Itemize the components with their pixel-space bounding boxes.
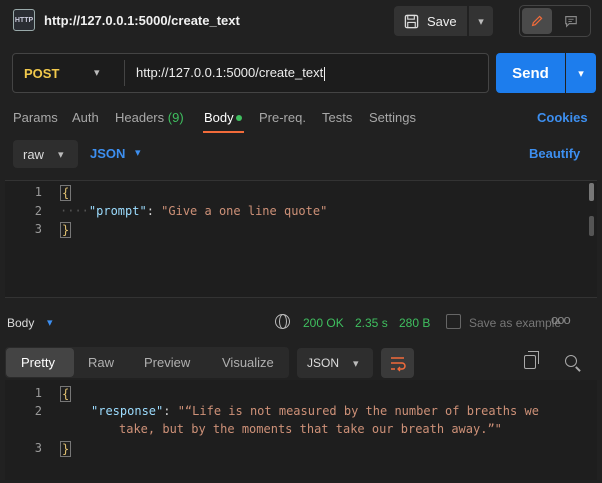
json-key: "response" — [91, 404, 164, 418]
request-title[interactable]: http://127.0.0.1:5000/create_text — [44, 13, 240, 28]
tab-tests[interactable]: Tests — [322, 110, 352, 125]
tab-headers[interactable]: Headers (9) — [115, 110, 184, 125]
editor-scrollbar[interactable] — [589, 183, 594, 201]
response-line-1: { — [60, 386, 72, 402]
request-body-editor[interactable] — [5, 180, 597, 298]
response-time: 2.35 s — [355, 316, 388, 330]
tab-raw[interactable]: Raw — [88, 355, 114, 370]
json-key: "prompt" — [88, 204, 147, 218]
status-code: 200 OK — [303, 316, 344, 330]
response-line-2-wrap: take, but by the moments that take our b… — [119, 422, 502, 436]
url-text: http://127.0.0.1:5000/create_text — [136, 65, 324, 80]
open-brace: { — [60, 185, 72, 201]
open-brace: { — [60, 386, 72, 402]
line-number: 3 — [34, 441, 42, 455]
http-icon: HTTP — [13, 9, 35, 31]
body-language-select[interactable]: JSON — [90, 146, 125, 161]
chevron-down-icon[interactable]: ▾ — [47, 316, 53, 329]
tab-visualize[interactable]: Visualize — [222, 355, 274, 370]
json-colon: : — [163, 404, 178, 418]
chevron-down-icon: ▾ — [353, 357, 359, 370]
method-select[interactable]: POST — [24, 66, 59, 81]
tab-params[interactable]: Params — [13, 110, 58, 125]
tab-prereq[interactable]: Pre-req. — [259, 110, 306, 125]
search-icon[interactable] — [565, 355, 577, 367]
tab-body[interactable]: Body — [204, 110, 234, 125]
json-value: "Give a one line quote" — [161, 204, 328, 218]
body-indicator-dot — [236, 115, 242, 121]
line-number: 3 — [34, 222, 42, 236]
code-line-1: { — [60, 185, 72, 201]
json-value-line2: take, but by the moments that take our b… — [119, 422, 502, 436]
save-label: Save — [427, 13, 457, 29]
line-number: 1 — [34, 185, 42, 199]
editor-scrollbar-thumb[interactable] — [589, 216, 594, 236]
url-input[interactable]: http://127.0.0.1:5000/create_text — [136, 65, 326, 81]
tab-pretty[interactable]: Pretty — [21, 355, 55, 370]
send-button[interactable]: Send — [496, 53, 565, 93]
tab-headers-label: Headers — [115, 110, 165, 125]
chevron-down-icon[interactable]: ▾ — [94, 66, 100, 79]
tab-settings[interactable]: Settings — [369, 110, 416, 125]
code-line-2: ····"prompt": "Give a one line quote" — [60, 204, 327, 218]
close-brace: } — [60, 441, 72, 457]
more-icon[interactable]: ooo — [551, 312, 571, 327]
chevron-down-icon: ▾ — [57, 148, 64, 161]
headers-count-badge: (9) — [167, 110, 184, 125]
save-as-example-button[interactable]: Save as example — [469, 316, 561, 330]
tab-auth[interactable]: Auth — [72, 110, 99, 125]
line-number: 2 — [34, 204, 42, 218]
globe-icon[interactable] — [275, 314, 290, 329]
top-bar: HTTP http://127.0.0.1:5000/create_text S… — [0, 0, 602, 44]
edit-mode-button[interactable] — [522, 8, 552, 34]
body-mode-select[interactable]: raw ▾ — [13, 140, 78, 168]
json-colon: : — [146, 204, 162, 218]
line-number: 1 — [34, 386, 42, 400]
code-line-3: } — [60, 222, 72, 238]
response-line-2: "response": "“Life is not measured by th… — [91, 404, 539, 418]
line-number: 2 — [34, 404, 42, 418]
tab-preview[interactable]: Preview — [144, 355, 190, 370]
save-icon — [404, 14, 419, 28]
indent-guide: ···· — [60, 204, 89, 218]
pencil-icon — [531, 15, 543, 27]
response-body-label[interactable]: Body — [7, 316, 34, 330]
copy-icon[interactable] — [524, 351, 539, 369]
text-caret — [324, 66, 326, 81]
wrap-lines-button[interactable] — [381, 348, 414, 378]
beautify-button[interactable]: Beautify — [529, 146, 580, 161]
close-brace: } — [60, 222, 72, 238]
chevron-down-icon: ▾ — [478, 15, 484, 28]
chevron-down-icon[interactable]: ▾ — [135, 146, 141, 159]
response-size: 280 B — [399, 316, 431, 330]
wrap-icon — [391, 357, 406, 372]
body-mode-label: raw — [23, 146, 44, 162]
active-tab-underline — [203, 131, 244, 133]
response-line-3: } — [60, 441, 72, 457]
response-format-select[interactable]: JSON ▾ — [297, 348, 373, 378]
save-example-icon — [446, 314, 461, 329]
chevron-down-icon: ▾ — [578, 67, 584, 80]
save-button[interactable]: Save — [394, 6, 467, 36]
cookies-link[interactable]: Cookies — [537, 110, 588, 125]
send-dropdown-button[interactable]: ▾ — [566, 53, 596, 93]
json-value-line1: "“Life is not measured by the number of … — [177, 404, 539, 418]
comment-button[interactable] — [556, 8, 586, 34]
save-dropdown-button[interactable]: ▾ — [469, 6, 493, 36]
response-format-label: JSON — [307, 356, 340, 370]
comment-icon — [565, 16, 577, 28]
url-divider — [124, 60, 125, 86]
